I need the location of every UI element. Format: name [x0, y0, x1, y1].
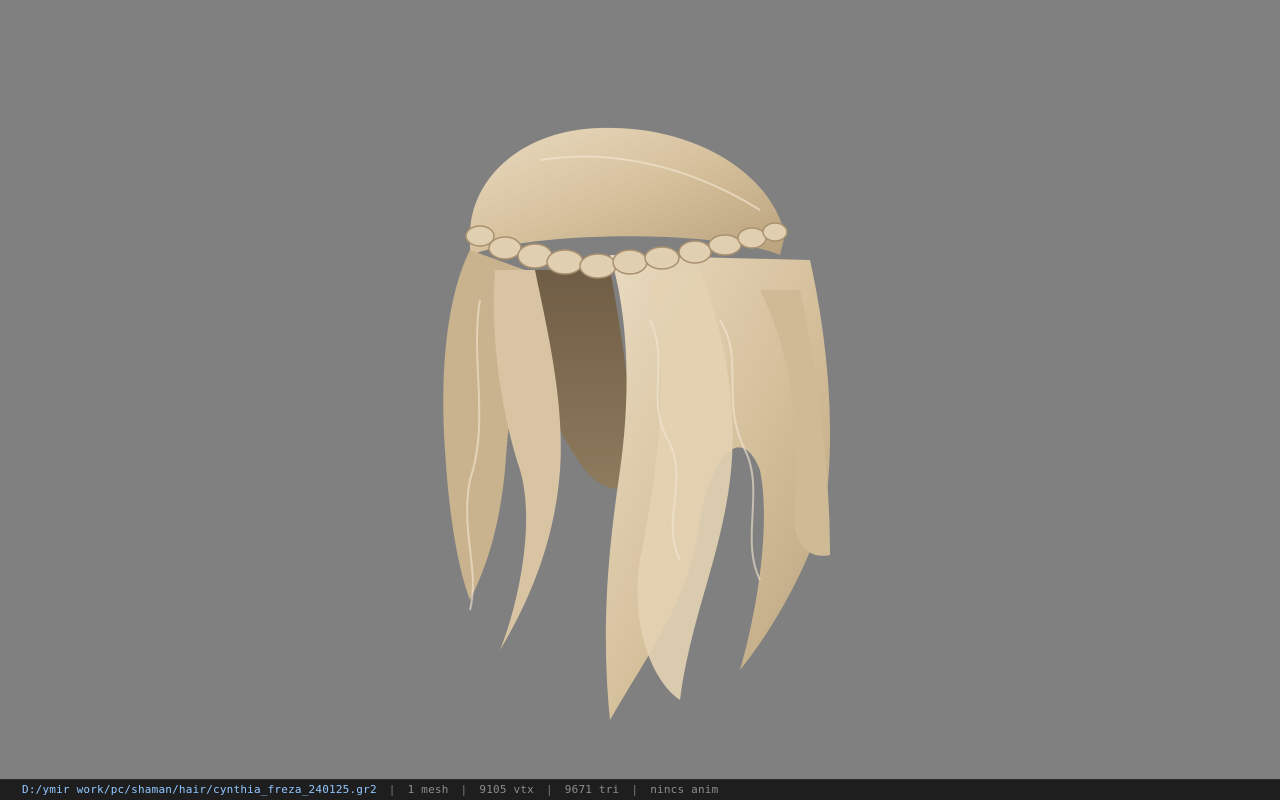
separator: |: [545, 783, 553, 796]
3d-viewport[interactable]: [0, 0, 1280, 779]
separator: |: [631, 783, 639, 796]
separator: |: [388, 783, 396, 796]
mesh-count: 1 mesh: [407, 783, 449, 796]
file-path: D:/ymir work/pc/shaman/hair/cynthia_frez…: [22, 783, 377, 796]
separator: |: [460, 783, 468, 796]
vertex-count: 9105 vtx: [479, 783, 534, 796]
hair-model-render[interactable]: [0, 0, 1280, 779]
status-bar: D:/ymir work/pc/shaman/hair/cynthia_frez…: [0, 779, 1280, 800]
triangle-count: 9671 tri: [564, 783, 620, 796]
anim-status: nincs anim: [650, 783, 719, 796]
